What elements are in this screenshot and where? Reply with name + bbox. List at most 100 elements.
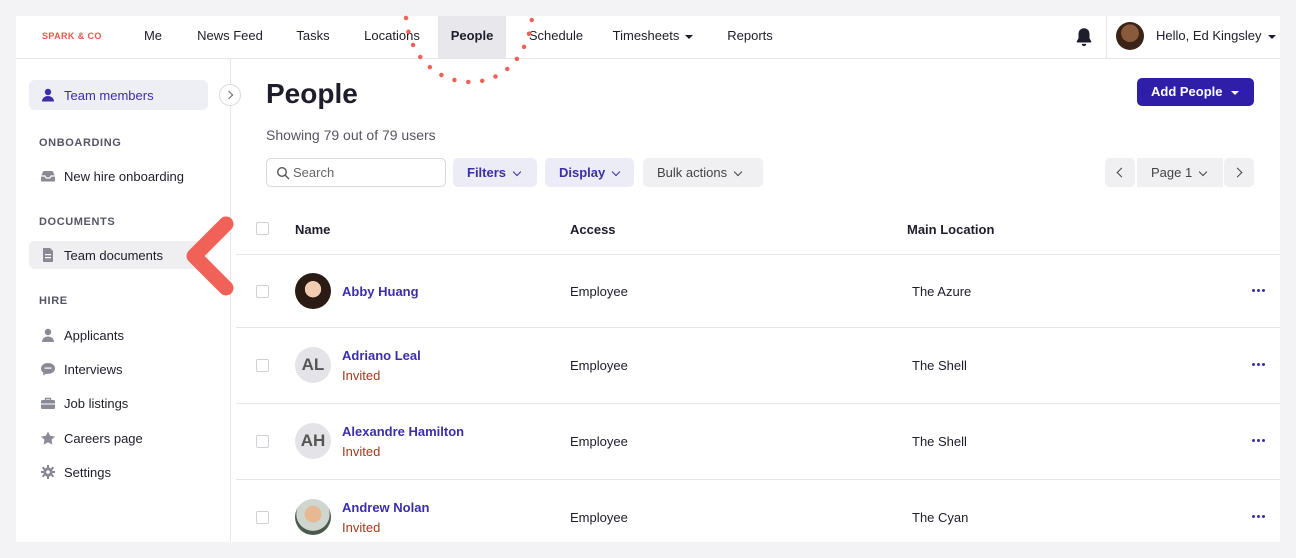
chevron-down-icon — [733, 167, 743, 177]
star-icon — [41, 431, 55, 445]
bulk-actions-label: Bulk actions — [657, 165, 728, 180]
section-heading-onboarding: ONBOARDING — [39, 137, 122, 149]
section-heading-hire: HIRE — [39, 295, 68, 307]
user-avatar[interactable] — [1116, 22, 1144, 50]
sidebar-item-label: Interviews — [64, 362, 123, 377]
page-select[interactable]: Page 1 — [1137, 158, 1223, 187]
section-heading-documents: DOCUMENTS — [39, 216, 116, 228]
nav-locations[interactable]: Locations — [361, 16, 423, 59]
bell-icon[interactable] — [1073, 26, 1095, 48]
sidebar-item-team-documents[interactable]: Team documents — [29, 241, 208, 269]
location-cell: The Azure — [912, 284, 972, 299]
caret-down-icon — [1267, 34, 1276, 39]
row-checkbox[interactable] — [256, 285, 269, 298]
search-icon — [276, 166, 290, 180]
status-badge: Invited — [342, 444, 381, 459]
top-nav: SPARK & CO Me News Feed Tasks Locations … — [16, 16, 1280, 59]
document-icon — [43, 248, 53, 262]
status-badge: Invited — [342, 520, 381, 535]
table-row[interactable]: Andrew Nolan Invited Employee The Cyan — [236, 480, 1280, 542]
select-all-checkbox[interactable] — [256, 222, 269, 235]
access-cell: Employee — [570, 510, 628, 525]
sidebar-item-job-listings[interactable]: Job listings — [29, 389, 208, 417]
status-badge: Invited — [342, 368, 381, 383]
avatar — [295, 273, 331, 309]
nav-reports[interactable]: Reports — [723, 16, 777, 59]
avatar: AL — [295, 347, 331, 383]
sidebar: Team members ONBOARDING New hire onboard… — [16, 59, 241, 542]
sidebar-item-label: Team documents — [64, 248, 163, 263]
person-name-link[interactable]: Adriano Leal — [342, 348, 421, 363]
brand-logo[interactable]: SPARK & CO — [42, 31, 102, 41]
person-name-link[interactable]: Abby Huang — [342, 284, 419, 299]
gear-icon — [41, 465, 55, 479]
sidebar-item-team-members[interactable]: Team members — [29, 80, 208, 110]
access-cell: Employee — [570, 434, 628, 449]
sidebar-item-applicants[interactable]: Applicants — [29, 321, 208, 349]
nav-timesheets[interactable]: Timesheets — [608, 16, 698, 59]
user-menu[interactable]: Hello, Ed Kingsley — [1156, 16, 1276, 56]
row-checkbox[interactable] — [256, 511, 269, 524]
user-greeting: Hello, Ed Kingsley — [1156, 28, 1262, 43]
filters-label: Filters — [467, 165, 507, 180]
caret-down-icon — [685, 34, 694, 39]
filters-button[interactable]: Filters — [453, 158, 537, 187]
sidebar-item-label: Careers page — [64, 431, 143, 446]
column-header-name[interactable]: Name — [295, 222, 330, 237]
sidebar-item-interviews[interactable]: Interviews — [29, 355, 208, 383]
nav-schedule[interactable]: Schedule — [521, 16, 591, 59]
row-checkbox[interactable] — [256, 435, 269, 448]
collapse-sidebar-button[interactable] — [219, 84, 241, 106]
nav-tasks[interactable]: Tasks — [292, 16, 334, 59]
person-name-link[interactable]: Andrew Nolan — [342, 500, 429, 515]
sidebar-item-label: Settings — [64, 465, 111, 480]
avatar — [295, 499, 331, 535]
nav-timesheets-label: Timesheets — [612, 28, 680, 43]
table-row[interactable]: AH Alexandre Hamilton Invited Employee T… — [236, 404, 1280, 480]
bulk-actions-button[interactable]: Bulk actions — [643, 158, 763, 187]
nav-people[interactable]: People — [438, 16, 506, 59]
previous-page-button[interactable] — [1105, 158, 1135, 187]
more-actions-icon[interactable] — [1250, 434, 1268, 448]
inbox-icon — [41, 171, 55, 182]
location-cell: The Cyan — [912, 510, 969, 525]
sidebar-item-new-hire-onboarding[interactable]: New hire onboarding — [29, 162, 208, 190]
sidebar-item-label: New hire onboarding — [64, 169, 184, 184]
more-actions-icon[interactable] — [1250, 510, 1268, 524]
search-input[interactable] — [293, 165, 441, 180]
person-name-link[interactable]: Alexandre Hamilton — [342, 424, 464, 439]
sidebar-item-label: Job listings — [64, 396, 129, 411]
person-icon — [42, 328, 54, 342]
avatar: AH — [295, 423, 331, 459]
briefcase-icon — [41, 397, 55, 409]
page-label: Page 1 — [1151, 165, 1193, 180]
table-header: Name Access Main Location — [236, 208, 1280, 255]
add-people-button[interactable]: Add People — [1137, 78, 1254, 106]
more-actions-icon[interactable] — [1250, 358, 1268, 372]
sidebar-item-careers-page[interactable]: Careers page — [29, 424, 208, 452]
location-cell: The Shell — [912, 358, 967, 373]
column-header-main-location[interactable]: Main Location — [907, 222, 994, 237]
page-title: People — [266, 78, 358, 109]
column-header-access[interactable]: Access — [570, 222, 616, 237]
sidebar-item-label: Applicants — [64, 328, 124, 343]
display-button[interactable]: Display — [545, 158, 634, 187]
location-cell: The Shell — [912, 434, 967, 449]
nav-me[interactable]: Me — [138, 16, 168, 59]
next-page-button[interactable] — [1224, 158, 1254, 187]
results-count: Showing 79 out of 79 users — [266, 127, 436, 143]
add-people-label: Add People — [1151, 84, 1223, 99]
chat-icon — [41, 363, 55, 376]
sidebar-item-label: Team members — [64, 88, 154, 103]
sidebar-item-settings[interactable]: Settings — [29, 458, 208, 486]
row-checkbox[interactable] — [256, 359, 269, 372]
search-box[interactable] — [266, 158, 446, 187]
chevron-down-icon — [612, 167, 621, 177]
access-cell: Employee — [570, 358, 628, 373]
access-cell: Employee — [570, 284, 628, 299]
more-actions-icon[interactable] — [1250, 284, 1268, 298]
table-row[interactable]: Abby Huang Employee The Azure — [236, 255, 1280, 328]
nav-news-feed[interactable]: News Feed — [194, 16, 266, 59]
caret-down-icon — [1230, 90, 1239, 95]
table-row[interactable]: AL Adriano Leal Invited Employee The She… — [236, 328, 1280, 404]
